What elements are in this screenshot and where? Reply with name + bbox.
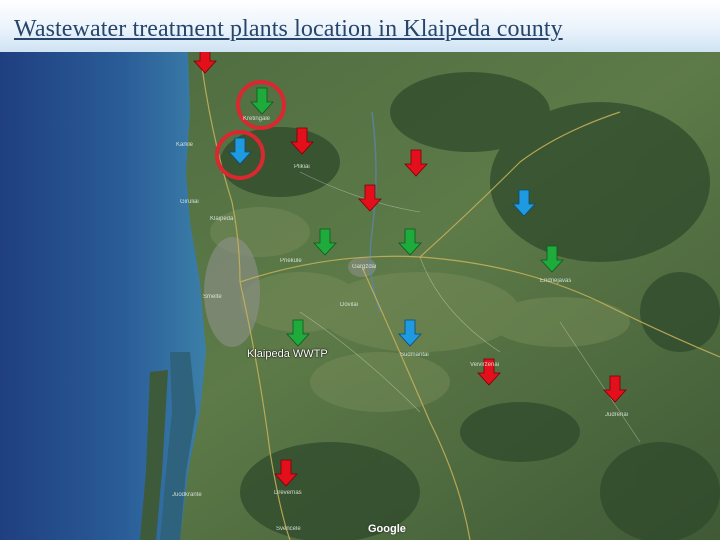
place-name: Giruliai <box>180 199 199 205</box>
place-name: Smeltė <box>203 294 222 300</box>
place-name: Juodkrantė <box>172 492 202 498</box>
place-name: Sudmantai <box>400 352 429 358</box>
place-name: Endriejavas <box>540 278 572 284</box>
place-name: Dovilai <box>340 302 359 308</box>
place-name: Judrėnai <box>605 412 629 418</box>
place-name: Karklė <box>176 142 194 148</box>
place-name: Svencelė <box>276 526 301 532</box>
place-name: Veiviržėnai <box>470 362 500 368</box>
place-name: Priekulė <box>280 258 302 264</box>
google-attribution: Google <box>368 523 406 535</box>
place-name: Gargždai <box>352 264 377 270</box>
place-name: Klaipėda <box>210 216 234 222</box>
place-name: Drevernas <box>274 490 302 496</box>
place-name: Plikiai <box>294 164 310 170</box>
page-title: Wastewater treatment plants location in … <box>14 16 563 42</box>
map-area[interactable]: Karklė Giruliai Klaipėda Smeltė Gargždai… <box>0 52 720 540</box>
title-bar: Wastewater treatment plants location in … <box>0 0 720 52</box>
place-name: Kretingalė <box>243 116 271 122</box>
klaipeda-city-area <box>204 237 260 347</box>
satellite-map <box>0 52 720 540</box>
klaipeda-wwtp-label: Klaipeda WWTP <box>247 348 328 360</box>
